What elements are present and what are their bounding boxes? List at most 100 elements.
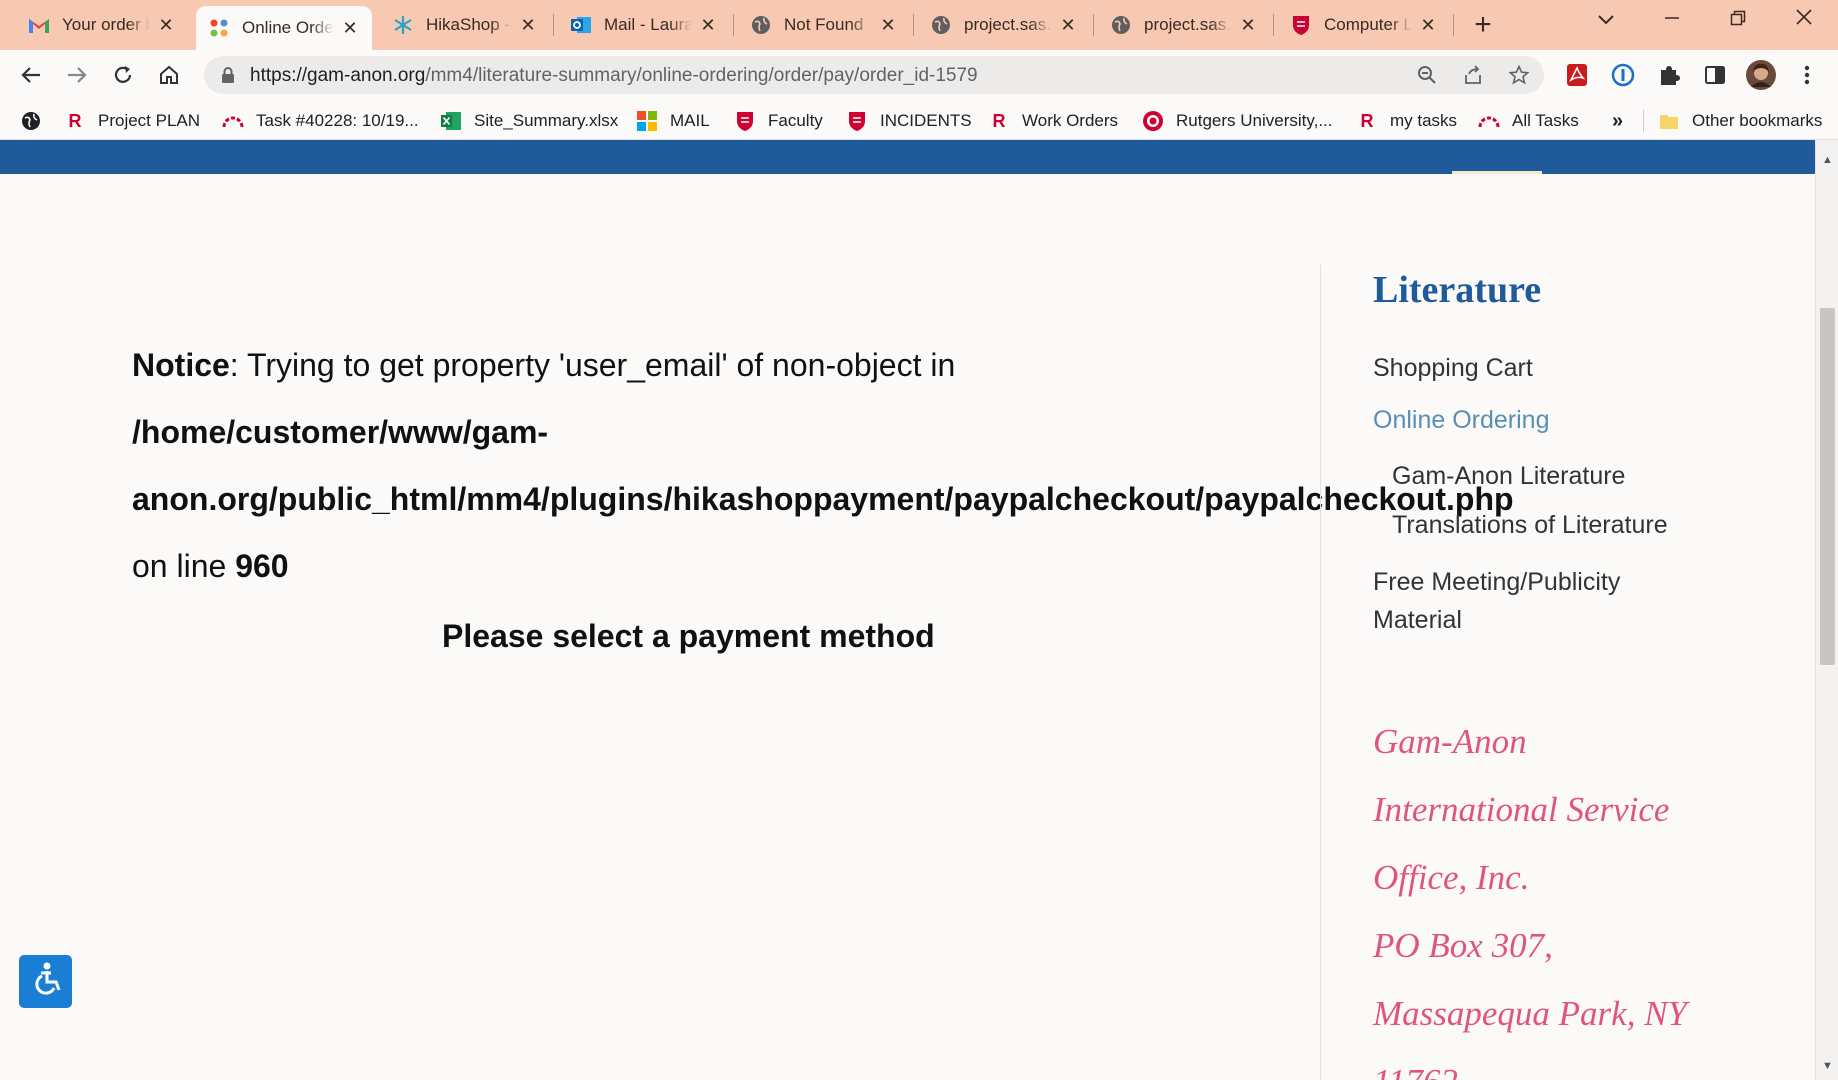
share-icon[interactable]: [1460, 62, 1486, 88]
address-line: PO Box 307,: [1373, 926, 1553, 965]
sidebar-link-line: Material: [1373, 606, 1462, 634]
tab-search-chevron-icon[interactable]: [1574, 0, 1638, 42]
lock-icon[interactable]: [220, 66, 238, 84]
tab-computer-lab[interactable]: Computer L ✕: [1278, 6, 1450, 44]
globe-icon: [1110, 14, 1132, 36]
bookmark-label: Work Orders: [1022, 111, 1119, 130]
tab-hikashop[interactable]: HikaShop - ✕: [380, 6, 550, 44]
address-line: Massapequa Park, NY: [1373, 994, 1688, 1033]
menu-kebab-icon[interactable]: [1790, 58, 1824, 92]
bookmark-star-icon[interactable]: [1506, 62, 1532, 88]
scroll-up-arrow-icon[interactable]: ▲: [1822, 154, 1833, 166]
rutgers-shield-icon: [1290, 14, 1312, 36]
home-button[interactable]: [152, 58, 186, 92]
minimize-button[interactable]: [1640, 0, 1704, 42]
tab-separator: [733, 14, 734, 36]
task-arc-icon: [1478, 110, 1500, 132]
wheelchair-icon: [27, 960, 65, 1003]
url-text[interactable]: https://gam-anon.org/mm4/literature-summ…: [250, 65, 978, 87]
bookmark-my-tasks[interactable]: R my tasks: [1356, 108, 1458, 134]
address-line: 11762: [1373, 1048, 1687, 1080]
tab-separator: [913, 14, 914, 36]
notice-label: Notice: [132, 347, 230, 383]
outlook-icon: [570, 14, 592, 36]
bookmark-project-plan[interactable]: R Project PLAN: [64, 108, 201, 134]
other-bookmarks[interactable]: Other bookmarks: [1658, 108, 1822, 134]
tab-online-ordering[interactable]: Online Orde ✕: [196, 6, 372, 50]
zoom-icon[interactable]: [1414, 62, 1440, 88]
close-icon[interactable]: ✕: [340, 18, 360, 38]
notice-path-line2: anon.org/public_html/mm4/plugins/hikasho…: [132, 481, 1514, 517]
bookmark-label: Site_Summary.xlsx: [474, 111, 619, 130]
excel-icon: [440, 110, 462, 132]
sidebar-link-gam-anon-literature[interactable]: Gam-Anon Literature: [1392, 462, 1625, 491]
task-arc-icon: [222, 110, 244, 132]
url-host: https://gam-anon.org: [250, 65, 426, 86]
address-line: Office, Inc.: [1373, 858, 1530, 897]
close-icon[interactable]: ✕: [698, 15, 718, 35]
scroll-down-arrow-icon[interactable]: ▼: [1822, 1060, 1833, 1072]
bookmark-task-40228[interactable]: Task #40228: 10/19...: [222, 108, 419, 134]
rutgers-seal-icon: [1142, 110, 1164, 132]
accessibility-button[interactable]: [19, 955, 72, 1008]
rutgers-shield-icon: [846, 110, 868, 132]
bookmark-incidents[interactable]: INCIDENTS: [846, 108, 972, 134]
back-button[interactable]: [14, 58, 48, 92]
sidebar-link-free-meeting-material[interactable]: Free Meeting/Publicity Material: [1373, 563, 1673, 639]
close-icon[interactable]: ✕: [156, 15, 176, 35]
tab-project-sas-2[interactable]: project.sas. ✕: [1098, 6, 1270, 44]
close-icon[interactable]: ✕: [1238, 15, 1258, 35]
close-icon[interactable]: ✕: [878, 15, 898, 35]
sidebar-title: Literature: [1373, 269, 1542, 311]
bookmark-label: INCIDENTS: [880, 111, 972, 130]
tab-separator: [1093, 14, 1094, 36]
sidebar-link-online-ordering[interactable]: Online Ordering: [1373, 406, 1549, 435]
close-window-button[interactable]: [1772, 0, 1836, 42]
extensions-puzzle-icon[interactable]: [1652, 58, 1686, 92]
microsoft-icon: [636, 110, 658, 132]
bookmark-globe[interactable]: [20, 108, 54, 134]
bookmark-all-tasks[interactable]: All Tasks: [1478, 108, 1579, 134]
address-line: International Service: [1373, 790, 1670, 829]
tab-separator: [1453, 14, 1454, 36]
restore-button[interactable]: [1706, 0, 1770, 42]
tab-project-sas-1[interactable]: project.sas. ✕: [918, 6, 1090, 44]
bookmark-mail[interactable]: MAIL: [636, 108, 710, 134]
close-icon[interactable]: ✕: [1058, 15, 1078, 35]
password-manager-icon[interactable]: [1606, 58, 1640, 92]
profile-avatar[interactable]: [1744, 58, 1778, 92]
bookmark-label: All Tasks: [1512, 111, 1579, 130]
sidebar-link-translations[interactable]: Translations of Literature: [1392, 511, 1668, 540]
url-path: /mm4/literature-summary/online-ordering/…: [425, 65, 978, 86]
nav-active-indicator: [1452, 171, 1542, 174]
acrobat-extension-icon[interactable]: [1560, 58, 1594, 92]
sidebar-link-line: Free Meeting/Publicity: [1373, 568, 1621, 596]
tab-title: Your order h: [62, 15, 150, 34]
tab-gmail[interactable]: Your order h ✕: [16, 6, 188, 44]
address-line: Gam-Anon: [1373, 722, 1527, 761]
close-icon[interactable]: ✕: [518, 15, 538, 35]
bookmarks-overflow-button[interactable]: »: [1612, 108, 1623, 134]
close-icon[interactable]: ✕: [1418, 15, 1438, 35]
tab-outlook[interactable]: Mail - Laura ✕: [558, 6, 730, 44]
bookmark-site-summary[interactable]: Site_Summary.xlsx: [440, 108, 618, 134]
address-bar[interactable]: https://gam-anon.org/mm4/literature-summ…: [204, 56, 1544, 94]
tab-title: Online Orde: [242, 18, 334, 37]
tab-not-found[interactable]: Not Found ✕: [738, 6, 910, 44]
bookmark-work-orders[interactable]: R Work Orders: [988, 108, 1119, 134]
reload-button[interactable]: [106, 58, 140, 92]
page-scrollbar[interactable]: ▲ ▼: [1815, 140, 1838, 1080]
browser-toolbar: https://gam-anon.org/mm4/literature-summ…: [0, 50, 1838, 100]
new-tab-button[interactable]: +: [1465, 8, 1501, 42]
bookmark-rutgers-university[interactable]: Rutgers University,...: [1142, 108, 1333, 134]
globe-icon: [20, 110, 42, 132]
tab-separator: [553, 14, 554, 36]
payment-method-heading: Please select a payment method: [442, 618, 935, 654]
bookmarks-bar: R Project PLAN Task #40228: 10/19... Sit…: [0, 100, 1838, 140]
forward-button[interactable]: [60, 58, 94, 92]
scrollbar-thumb[interactable]: [1820, 308, 1835, 665]
side-panel-icon[interactable]: [1698, 58, 1732, 92]
bookmark-faculty[interactable]: Faculty: [734, 108, 823, 134]
tab-strip: Your order h ✕ Online Orde ✕ HikaShop - …: [0, 0, 1838, 50]
sidebar-link-shopping-cart[interactable]: Shopping Cart: [1373, 354, 1533, 383]
